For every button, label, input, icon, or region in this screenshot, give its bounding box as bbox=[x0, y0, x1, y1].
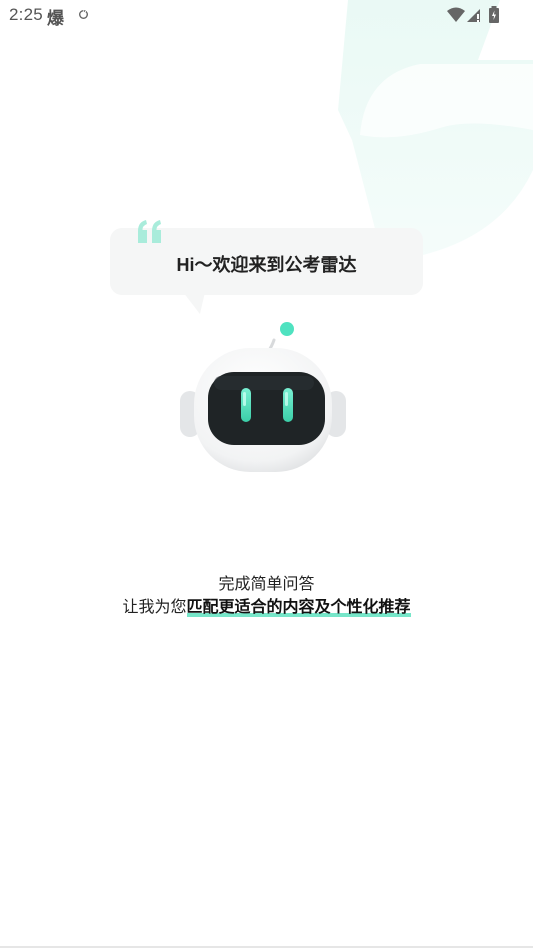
intro-line-1: 完成简单问答 bbox=[218, 576, 315, 593]
greeting-text: Hi～欢迎来到公考雷达 bbox=[176, 255, 357, 275]
robot-mascot-icon bbox=[180, 322, 346, 472]
intro-line-2-highlight: 匹配更适合的内容及个性化推荐 bbox=[186, 599, 411, 617]
signal-icon bbox=[467, 9, 480, 22]
wifi-icon bbox=[447, 7, 465, 22]
notification-app-icon: 爆 bbox=[47, 9, 64, 29]
intro-line-2-prefix: 让我为您 bbox=[122, 599, 187, 616]
intro-line-2: 让我为您匹配更适合的内容及个性化推荐 bbox=[0, 593, 533, 617]
status-time: 2:25 bbox=[9, 5, 43, 24]
battery-icon bbox=[489, 6, 499, 23]
bubble-tail bbox=[183, 292, 209, 314]
status-bar: 2:25 爆 bbox=[0, 0, 533, 30]
quote-icon bbox=[138, 220, 161, 243]
sync-icon bbox=[79, 9, 88, 19]
